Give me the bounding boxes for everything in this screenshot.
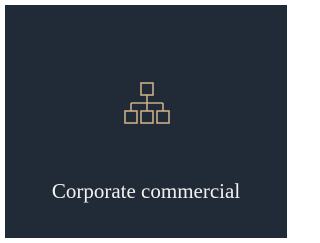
practice-area-card[interactable]: Corporate commercial <box>5 5 287 238</box>
card-label: Corporate commercial <box>51 179 241 203</box>
org-chart-icon <box>124 82 170 128</box>
